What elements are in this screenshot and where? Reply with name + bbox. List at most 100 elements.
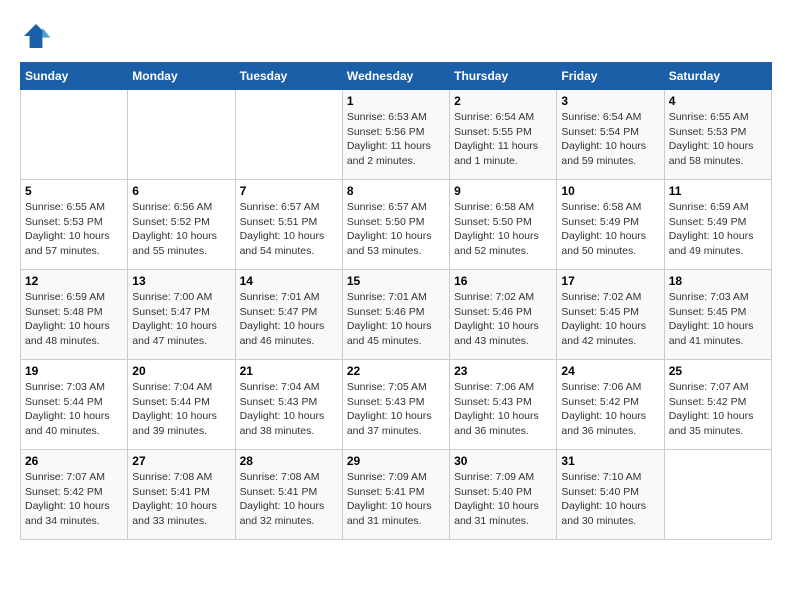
header-row: SundayMondayTuesdayWednesdayThursdayFrid…	[21, 63, 772, 90]
day-number: 23	[454, 364, 552, 378]
day-info: Sunrise: 6:58 AM Sunset: 5:49 PM Dayligh…	[561, 200, 659, 259]
day-info: Sunrise: 7:08 AM Sunset: 5:41 PM Dayligh…	[132, 470, 230, 529]
day-info: Sunrise: 7:04 AM Sunset: 5:43 PM Dayligh…	[240, 380, 338, 439]
day-number: 1	[347, 94, 445, 108]
week-row-3: 12 Sunrise: 6:59 AM Sunset: 5:48 PM Dayli…	[21, 270, 772, 360]
day-cell: 2 Sunrise: 6:54 AM Sunset: 5:55 PM Daylig…	[450, 90, 557, 180]
day-cell: 16Sunrise: 7:02 AM Sunset: 5:46 PM Dayli…	[450, 270, 557, 360]
week-row-1: 1 Sunrise: 6:53 AM Sunset: 5:56 PM Daylig…	[21, 90, 772, 180]
day-number: 27	[132, 454, 230, 468]
day-info: Sunrise: 7:02 AM Sunset: 5:45 PM Dayligh…	[561, 290, 659, 349]
day-info: Sunrise: 7:07 AM Sunset: 5:42 PM Dayligh…	[669, 380, 767, 439]
day-cell: 14 Sunrise: 7:01 AM Sunset: 5:47 PM Dayli…	[235, 270, 342, 360]
day-cell: 3Sunrise: 6:54 AM Sunset: 5:54 PM Daylig…	[557, 90, 664, 180]
day-number: 22	[347, 364, 445, 378]
day-number: 8	[347, 184, 445, 198]
day-info: Sunrise: 7:01 AM Sunset: 5:47 PM Dayligh…	[240, 290, 338, 349]
day-cell: 27 Sunrise: 7:08 AM Sunset: 5:41 PM Dayli…	[128, 450, 235, 540]
day-cell: 31 Sunrise: 7:10 AM Sunset: 5:40 PM Dayli…	[557, 450, 664, 540]
day-cell	[664, 450, 771, 540]
day-cell	[235, 90, 342, 180]
day-number: 6	[132, 184, 230, 198]
day-info: Sunrise: 7:03 AM Sunset: 5:45 PM Dayligh…	[669, 290, 767, 349]
day-info: Sunrise: 6:59 AM Sunset: 5:48 PM Dayligh…	[25, 290, 123, 349]
day-number: 12	[25, 274, 123, 288]
day-number: 30	[454, 454, 552, 468]
day-cell: 26 Sunrise: 7:07 AM Sunset: 5:42 PM Dayli…	[21, 450, 128, 540]
day-number: 19	[25, 364, 123, 378]
header-cell-saturday: Saturday	[664, 63, 771, 90]
day-number: 13	[132, 274, 230, 288]
day-info: Sunrise: 6:54 AM Sunset: 5:55 PM Dayligh…	[454, 110, 552, 169]
calendar-table: SundayMondayTuesdayWednesdayThursdayFrid…	[20, 62, 772, 540]
day-info: Sunrise: 7:07 AM Sunset: 5:42 PM Dayligh…	[25, 470, 123, 529]
day-cell: 18 Sunrise: 7:03 AM Sunset: 5:45 PM Dayli…	[664, 270, 771, 360]
day-cell: 21 Sunrise: 7:04 AM Sunset: 5:43 PM Dayli…	[235, 360, 342, 450]
header-cell-tuesday: Tuesday	[235, 63, 342, 90]
day-number: 18	[669, 274, 767, 288]
day-number: 7	[240, 184, 338, 198]
day-info: Sunrise: 7:03 AM Sunset: 5:44 PM Dayligh…	[25, 380, 123, 439]
day-info: Sunrise: 7:02 AM Sunset: 5:46 PM Dayligh…	[454, 290, 552, 349]
day-cell: 22 Sunrise: 7:05 AM Sunset: 5:43 PM Dayli…	[342, 360, 449, 450]
day-cell: 8 Sunrise: 6:57 AM Sunset: 5:50 PM Daylig…	[342, 180, 449, 270]
day-info: Sunrise: 7:05 AM Sunset: 5:43 PM Dayligh…	[347, 380, 445, 439]
day-cell: 10 Sunrise: 6:58 AM Sunset: 5:49 PM Dayli…	[557, 180, 664, 270]
day-number: 2	[454, 94, 552, 108]
header-cell-friday: Friday	[557, 63, 664, 90]
day-cell: 12 Sunrise: 6:59 AM Sunset: 5:48 PM Dayli…	[21, 270, 128, 360]
day-info: Sunrise: 7:10 AM Sunset: 5:40 PM Dayligh…	[561, 470, 659, 529]
day-cell: 5 Sunrise: 6:55 AM Sunset: 5:53 PM Daylig…	[21, 180, 128, 270]
header-cell-sunday: Sunday	[21, 63, 128, 90]
week-row-4: 19 Sunrise: 7:03 AM Sunset: 5:44 PM Dayli…	[21, 360, 772, 450]
day-number: 17	[561, 274, 659, 288]
day-number: 20	[132, 364, 230, 378]
day-number: 5	[25, 184, 123, 198]
day-cell: 25Sunrise: 7:07 AM Sunset: 5:42 PM Dayli…	[664, 360, 771, 450]
day-cell: 23 Sunrise: 7:06 AM Sunset: 5:43 PM Dayli…	[450, 360, 557, 450]
day-number: 26	[25, 454, 123, 468]
day-number: 31	[561, 454, 659, 468]
day-number: 21	[240, 364, 338, 378]
logo	[20, 20, 56, 52]
day-info: Sunrise: 7:09 AM Sunset: 5:40 PM Dayligh…	[454, 470, 552, 529]
day-info: Sunrise: 6:58 AM Sunset: 5:50 PM Dayligh…	[454, 200, 552, 259]
day-number: 24	[561, 364, 659, 378]
day-info: Sunrise: 6:57 AM Sunset: 5:51 PM Dayligh…	[240, 200, 338, 259]
day-cell: 9 Sunrise: 6:58 AM Sunset: 5:50 PM Daylig…	[450, 180, 557, 270]
day-info: Sunrise: 6:59 AM Sunset: 5:49 PM Dayligh…	[669, 200, 767, 259]
day-number: 14	[240, 274, 338, 288]
day-cell: 11 Sunrise: 6:59 AM Sunset: 5:49 PM Dayli…	[664, 180, 771, 270]
day-cell: 30 Sunrise: 7:09 AM Sunset: 5:40 PM Dayli…	[450, 450, 557, 540]
week-row-5: 26 Sunrise: 7:07 AM Sunset: 5:42 PM Dayli…	[21, 450, 772, 540]
day-number: 29	[347, 454, 445, 468]
day-number: 9	[454, 184, 552, 198]
day-info: Sunrise: 6:55 AM Sunset: 5:53 PM Dayligh…	[25, 200, 123, 259]
header-cell-wednesday: Wednesday	[342, 63, 449, 90]
day-info: Sunrise: 7:06 AM Sunset: 5:43 PM Dayligh…	[454, 380, 552, 439]
day-info: Sunrise: 6:55 AM Sunset: 5:53 PM Dayligh…	[669, 110, 767, 169]
day-info: Sunrise: 6:54 AM Sunset: 5:54 PM Dayligh…	[561, 110, 659, 169]
day-cell	[128, 90, 235, 180]
day-cell: 17 Sunrise: 7:02 AM Sunset: 5:45 PM Dayli…	[557, 270, 664, 360]
day-info: Sunrise: 6:57 AM Sunset: 5:50 PM Dayligh…	[347, 200, 445, 259]
day-number: 11	[669, 184, 767, 198]
day-info: Sunrise: 7:09 AM Sunset: 5:41 PM Dayligh…	[347, 470, 445, 529]
day-number: 15	[347, 274, 445, 288]
day-cell: 29 Sunrise: 7:09 AM Sunset: 5:41 PM Dayli…	[342, 450, 449, 540]
day-info: Sunrise: 7:08 AM Sunset: 5:41 PM Dayligh…	[240, 470, 338, 529]
page-header	[20, 20, 772, 52]
day-cell: 15Sunrise: 7:01 AM Sunset: 5:46 PM Dayli…	[342, 270, 449, 360]
day-info: Sunrise: 7:00 AM Sunset: 5:47 PM Dayligh…	[132, 290, 230, 349]
calendar-header: SundayMondayTuesdayWednesdayThursdayFrid…	[21, 63, 772, 90]
day-info: Sunrise: 6:53 AM Sunset: 5:56 PM Dayligh…	[347, 110, 445, 169]
header-cell-thursday: Thursday	[450, 63, 557, 90]
day-cell: 13 Sunrise: 7:00 AM Sunset: 5:47 PM Dayli…	[128, 270, 235, 360]
header-cell-monday: Monday	[128, 63, 235, 90]
day-number: 28	[240, 454, 338, 468]
day-info: Sunrise: 6:56 AM Sunset: 5:52 PM Dayligh…	[132, 200, 230, 259]
day-number: 10	[561, 184, 659, 198]
day-cell: 28 Sunrise: 7:08 AM Sunset: 5:41 PM Dayli…	[235, 450, 342, 540]
day-cell: 20Sunrise: 7:04 AM Sunset: 5:44 PM Dayli…	[128, 360, 235, 450]
logo-icon	[20, 20, 52, 52]
